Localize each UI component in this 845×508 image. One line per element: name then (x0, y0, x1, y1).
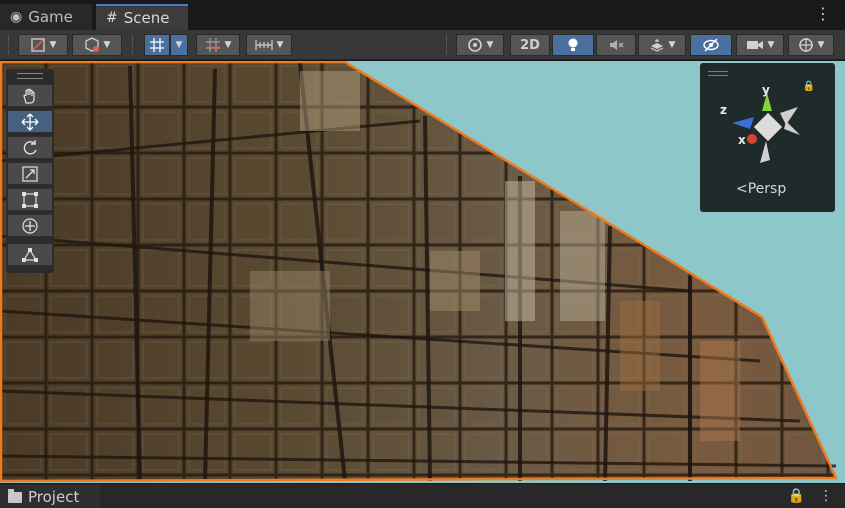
x-axis-cone (747, 134, 757, 144)
transform-tool-icon (22, 217, 38, 234)
hand-tool-icon (23, 88, 35, 104)
camera-icon (746, 41, 763, 49)
visibility-toggle[interactable] (690, 34, 732, 56)
tab-game[interactable]: ◉ Game (0, 4, 92, 30)
move-tool-icon (21, 113, 39, 130)
tab-project[interactable]: Project (0, 485, 100, 508)
lock-icon[interactable]: 🔒 (788, 488, 805, 504)
audio-toggle[interactable] (596, 34, 636, 56)
grid-snap-icon (150, 38, 164, 52)
scene-viewport[interactable]: 🔒 y z x <Persp (0, 61, 845, 483)
rect-tool-button[interactable] (7, 188, 53, 211)
increment-snap-icon (205, 38, 220, 52)
rotate-tool-button[interactable] (7, 136, 53, 159)
tab-scene[interactable]: # Scene (96, 4, 188, 30)
axis-gizmo-graphic (732, 93, 800, 163)
more-menu-icon[interactable]: ⋮ (819, 488, 833, 504)
increment-snap-button[interactable]: ▼ (196, 34, 240, 56)
scale-tool-button[interactable] (7, 162, 53, 185)
tab-scene-label: Scene (123, 9, 170, 27)
hash-icon: # (106, 10, 118, 26)
toolbar-separator (446, 36, 448, 54)
folder-icon (8, 488, 22, 503)
camera-button[interactable]: ▼ (736, 34, 784, 56)
grid-snap-button[interactable] (144, 34, 170, 56)
custom-editor-tool-button[interactable] (7, 243, 53, 266)
z-axis-label: z (720, 103, 727, 117)
orientation-gizmo[interactable]: 🔒 y z x <Persp (700, 63, 835, 212)
gizmo-center-cube (753, 112, 783, 142)
tab-game-label: Game (28, 8, 73, 26)
draw-mode-button[interactable]: ▼ (18, 34, 68, 56)
ruler-button[interactable]: ▼ (246, 34, 292, 56)
orbit-icon (467, 38, 482, 52)
render-mode-button[interactable]: ▼ (72, 34, 122, 56)
grid-snap-dropdown[interactable]: ▼ (170, 34, 188, 56)
y-axis-label: y (762, 83, 770, 97)
overlay-grip[interactable] (17, 73, 43, 79)
more-menu-icon[interactable]: ⋮ (815, 6, 831, 22)
gizmos-icon (798, 38, 813, 52)
scale-tool-icon (22, 165, 38, 182)
orbit-button[interactable]: ▼ (456, 34, 504, 56)
ruler-icon (254, 40, 273, 50)
hand-tool-button[interactable] (7, 84, 53, 107)
x-axis-label: x (738, 133, 746, 147)
2d-toggle[interactable]: 2D (510, 34, 550, 56)
transform-tool-button[interactable] (7, 214, 53, 237)
effects-icon (650, 39, 663, 52)
lighting-icon (568, 38, 578, 51)
lighting-toggle[interactable] (552, 34, 594, 56)
tab-project-label: Project (28, 488, 80, 506)
visibility-icon (703, 38, 719, 52)
gizmos-button[interactable]: ▼ (788, 34, 834, 56)
z-axis-cone (732, 117, 754, 129)
move-tool-button[interactable] (7, 110, 53, 133)
audio-mute-icon (610, 40, 624, 50)
draw-mode-icon (30, 38, 45, 52)
project-panel-header: Project 🔒 ⋮ (0, 483, 845, 508)
toolbar-separator (132, 36, 134, 54)
render-mode-icon (84, 37, 99, 52)
toolbar-grip (8, 36, 10, 54)
scene-toolbar: ▼ ▼ ▼ ▼ ▼ ▼ 2D ▼ ▼ ▼ (0, 30, 845, 60)
tab-strip: ◉ Game # Scene ⋮ (0, 0, 845, 30)
projection-toggle[interactable]: <Persp (736, 181, 786, 197)
rect-tool-icon (22, 191, 38, 208)
effects-button[interactable]: ▼ (638, 34, 686, 56)
tools-overlay (6, 69, 54, 273)
rotate-tool-icon (23, 139, 37, 155)
custom-editor-tool-icon (22, 247, 38, 262)
gamepad-icon: ◉ (10, 9, 23, 25)
